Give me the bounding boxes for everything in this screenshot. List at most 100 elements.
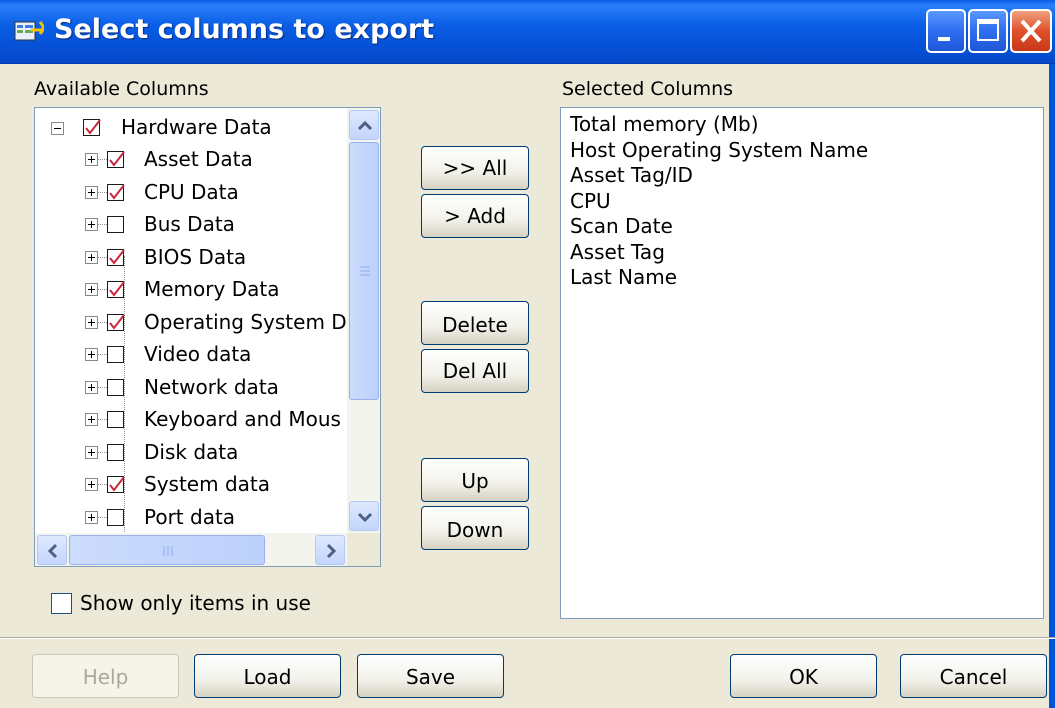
add-all-button[interactable]: >> All	[421, 146, 529, 190]
expand-icon[interactable]	[85, 185, 98, 199]
tree-item-checkbox[interactable]	[107, 411, 124, 428]
minimize-button[interactable]	[926, 9, 966, 53]
tree-connector	[97, 256, 107, 258]
ok-button[interactable]: OK	[730, 654, 877, 698]
tree-item-checkbox[interactable]	[107, 313, 125, 331]
expand-icon[interactable]	[85, 283, 98, 296]
tree-item-label: Memory Data	[144, 277, 280, 301]
move-down-button[interactable]: Down	[421, 506, 529, 550]
help-button[interactable]: Help	[32, 654, 179, 698]
tree-item-label: Keyboard and Mous	[144, 407, 341, 431]
tree-item[interactable]: Keyboard and Mous	[35, 403, 345, 435]
tree-item-checkbox[interactable]	[107, 216, 124, 233]
selected-column-item[interactable]: Scan Date	[570, 214, 673, 238]
tree-item[interactable]: Asset Data	[35, 143, 345, 175]
tree-connector	[97, 484, 107, 485]
scroll-corner	[347, 533, 380, 566]
selected-column-item[interactable]: Host Operating System Name	[570, 138, 868, 162]
tree-item[interactable]: Video data	[35, 338, 345, 370]
tree-connector	[97, 321, 107, 323]
horizontal-scrollbar[interactable]	[35, 533, 347, 566]
tree-item-checkbox[interactable]	[107, 346, 124, 363]
delete-button[interactable]: Delete	[421, 301, 529, 345]
tree-root-hardware-data[interactable]: Hardware Data	[35, 111, 345, 143]
tree-item[interactable]: Network data	[35, 371, 345, 403]
close-button[interactable]	[1010, 9, 1052, 53]
tree-item-checkbox[interactable]	[107, 508, 124, 526]
tree-item-label: BIOS Data	[144, 244, 247, 269]
expand-icon[interactable]	[85, 445, 98, 459]
show-only-label: Show only items in use	[80, 591, 311, 615]
check-mark-icon	[109, 281, 125, 297]
vertical-scrollbar[interactable]	[347, 108, 380, 533]
expand-icon[interactable]	[85, 478, 98, 491]
selected-column-item[interactable]: Total memory (Mb)	[570, 112, 759, 136]
scroll-left-button[interactable]	[37, 535, 67, 565]
tree-item-checkbox[interactable]	[107, 151, 125, 168]
collapse-icon[interactable]	[51, 122, 64, 135]
expand-icon[interactable]	[85, 413, 98, 426]
minimize-icon	[938, 37, 950, 41]
expand-icon[interactable]	[85, 250, 98, 264]
tree-item[interactable]: CPU Data	[35, 176, 345, 208]
tree-item-checkbox[interactable]	[107, 248, 125, 266]
tree-item[interactable]: System data	[35, 468, 345, 500]
chevron-up-icon	[357, 120, 373, 131]
expand-icon[interactable]	[85, 348, 98, 361]
tree-connector	[97, 419, 107, 420]
chevron-right-icon	[326, 543, 337, 559]
cancel-button[interactable]: Cancel	[900, 654, 1047, 698]
add-button[interactable]: > Add	[421, 194, 529, 238]
expand-icon[interactable]	[85, 218, 98, 231]
load-button[interactable]: Load	[194, 654, 341, 698]
tree-connector	[97, 191, 107, 193]
selected-column-item[interactable]: CPU	[570, 189, 611, 213]
window-title: Select columns to export	[54, 14, 435, 45]
tree-item[interactable]: Operating System D	[35, 306, 347, 338]
tree-item-checkbox[interactable]	[107, 183, 125, 201]
scroll-up-button[interactable]	[349, 110, 379, 140]
checkbox-hardware-data[interactable]	[83, 119, 101, 136]
tree-item[interactable]: Disk data	[35, 436, 345, 468]
move-up-button[interactable]: Up	[421, 458, 529, 502]
maximize-button[interactable]	[968, 9, 1008, 53]
check-mark-icon	[109, 183, 125, 200]
tree-connector	[97, 159, 107, 160]
show-only-checkbox[interactable]	[51, 593, 72, 614]
available-columns-tree[interactable]: Hardware Data Asset Data CPU Data Bus Data…	[34, 107, 381, 567]
selected-column-item[interactable]: Asset Tag	[570, 240, 665, 264]
tree-item-checkbox[interactable]	[107, 281, 125, 298]
expand-icon[interactable]	[85, 380, 98, 394]
expand-icon[interactable]	[85, 510, 98, 524]
expand-icon[interactable]	[85, 315, 98, 329]
expand-icon[interactable]	[85, 153, 98, 166]
tree-item-label: Disk data	[144, 439, 239, 464]
tree-connector	[97, 354, 107, 355]
vertical-scroll-thumb[interactable]	[349, 142, 379, 400]
scroll-down-button[interactable]	[349, 501, 379, 531]
check-mark-icon	[109, 248, 125, 265]
save-button[interactable]: Save	[357, 654, 504, 698]
tree-item-label: Video data	[144, 342, 252, 366]
check-mark-icon	[109, 151, 125, 167]
selected-column-item[interactable]: Last Name	[570, 265, 677, 289]
title-bar[interactable]: Select columns to export	[0, 0, 1055, 64]
tree-item-checkbox[interactable]	[107, 378, 124, 396]
tree-item[interactable]: Port data	[35, 501, 345, 533]
grip-icon	[360, 266, 370, 276]
tree-item-checkbox[interactable]	[107, 443, 124, 461]
tree-item-label: Operating System D	[144, 309, 347, 334]
scroll-right-button[interactable]	[315, 535, 345, 565]
maximize-icon	[977, 19, 999, 41]
chevron-down-icon	[357, 512, 373, 523]
tree-item[interactable]: Memory Data	[35, 273, 345, 305]
window-border	[1049, 64, 1055, 708]
tree-item-checkbox[interactable]	[107, 476, 125, 493]
tree-item[interactable]: BIOS Data	[35, 241, 345, 273]
horizontal-scroll-thumb[interactable]	[69, 535, 265, 565]
delete-all-button[interactable]: Del All	[421, 349, 529, 393]
tree-item[interactable]: Bus Data	[35, 208, 345, 240]
selected-columns-list[interactable]: Total memory (Mb) Host Operating System N…	[560, 107, 1044, 619]
selected-column-item[interactable]: Asset Tag/ID	[570, 163, 693, 187]
app-icon	[14, 21, 44, 41]
